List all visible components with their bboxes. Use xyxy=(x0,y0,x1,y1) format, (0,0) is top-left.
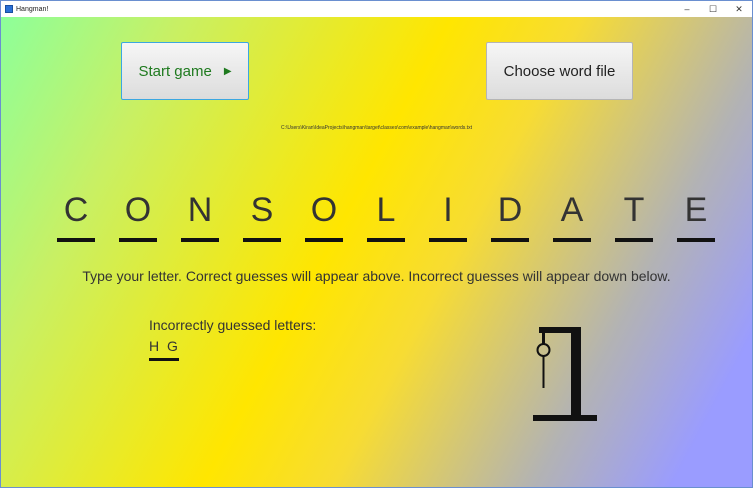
hangman-head xyxy=(536,343,551,357)
letter-underline xyxy=(429,238,467,242)
choose-word-file-label: Choose word file xyxy=(503,62,616,80)
letter-underline xyxy=(305,238,343,242)
game-area: Start game ▶ Choose word file C:\Users\K… xyxy=(1,17,752,487)
letter-underline xyxy=(677,238,715,242)
letter-underline xyxy=(491,238,529,242)
word-letter-slot: D xyxy=(491,189,529,242)
title-bar: Hangman! – ☐ ✕ xyxy=(1,1,752,17)
letter-underline xyxy=(181,238,219,242)
letter-underline xyxy=(57,238,95,242)
word-letter: C xyxy=(63,191,89,229)
gallows-rope xyxy=(542,331,545,345)
word-letter-slot: I xyxy=(429,189,467,242)
gallows-beam xyxy=(539,327,581,333)
play-arrow-icon: ▶ xyxy=(223,65,232,77)
word-letter-slot: C xyxy=(57,189,95,242)
word-letter: D xyxy=(497,191,523,229)
word-display: CONSOLIDATE xyxy=(47,189,715,242)
word-letter: O xyxy=(310,191,338,229)
gallows-base xyxy=(533,415,597,421)
start-game-label: Start game xyxy=(138,62,212,80)
word-letter: T xyxy=(623,191,645,229)
word-letter-slot: E xyxy=(677,189,715,242)
word-letter: A xyxy=(560,191,584,229)
word-letter: N xyxy=(187,191,213,229)
window-controls: – ☐ ✕ xyxy=(674,1,752,17)
incorrect-letters: H G xyxy=(149,338,180,354)
word-letter-slot: N xyxy=(181,189,219,242)
letter-underline xyxy=(119,238,157,242)
incorrect-letters-underline xyxy=(149,358,179,361)
hangman-gallows xyxy=(533,327,597,421)
start-game-button[interactable]: Start game ▶ xyxy=(121,42,249,100)
word-letter: I xyxy=(443,191,453,229)
minimize-button[interactable]: – xyxy=(674,1,700,17)
app-window: Hangman! – ☐ ✕ Start game ▶ Choose word … xyxy=(0,0,753,488)
choose-word-file-button[interactable]: Choose word file xyxy=(486,42,633,100)
word-letter: L xyxy=(376,191,396,229)
word-letter: S xyxy=(250,191,274,229)
window-title: Hangman! xyxy=(16,5,49,13)
letter-underline xyxy=(367,238,405,242)
word-letter-slot: T xyxy=(615,189,653,242)
maximize-button[interactable]: ☐ xyxy=(700,1,726,17)
gallows-post xyxy=(571,329,581,419)
word-file-path: C:\Users\Kiran\IdeaProjects\hangman\targ… xyxy=(281,125,472,131)
close-button[interactable]: ✕ xyxy=(726,1,752,17)
word-letter-slot: O xyxy=(305,189,343,242)
word-letter-slot: A xyxy=(553,189,591,242)
app-icon xyxy=(5,5,13,13)
letter-underline xyxy=(243,238,281,242)
word-letter: E xyxy=(684,191,708,229)
letter-underline xyxy=(615,238,653,242)
letter-underline xyxy=(553,238,591,242)
incorrect-letters-label: Incorrectly guessed letters: xyxy=(149,317,317,333)
instructions-text: Type your letter. Correct guesses will a… xyxy=(82,268,671,284)
word-letter-slot: S xyxy=(243,189,281,242)
word-letter: O xyxy=(124,191,152,229)
word-letter-slot: O xyxy=(119,189,157,242)
word-letter-slot: L xyxy=(367,189,405,242)
